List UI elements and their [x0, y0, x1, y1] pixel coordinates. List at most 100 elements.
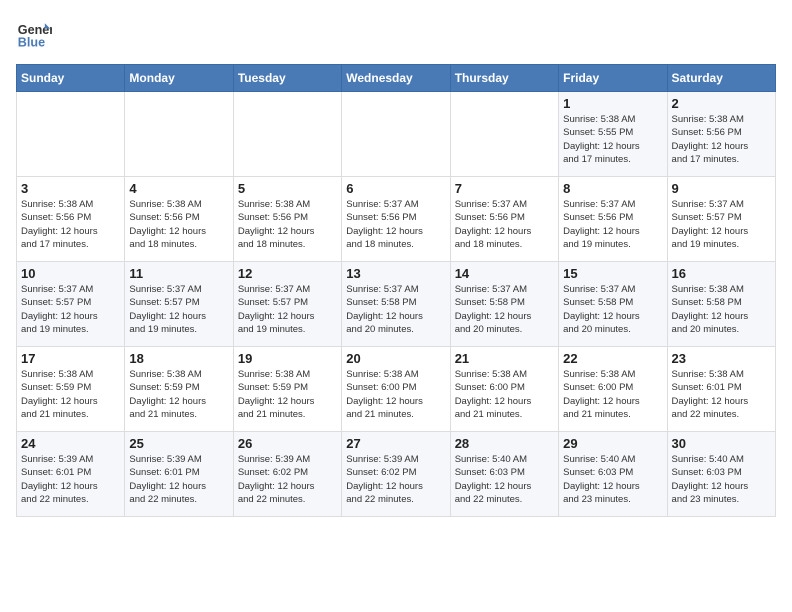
calendar-cell [125, 92, 233, 177]
calendar-cell: 3Sunrise: 5:38 AM Sunset: 5:56 PM Daylig… [17, 177, 125, 262]
calendar-cell: 30 Sunrise: 5:40 AM Sunset: 6:03 PM Dayli… [667, 432, 775, 517]
day-number: 12 [238, 266, 337, 281]
day-info: Sunrise: 5:38 AM Sunset: 6:00 PM Dayligh… [455, 368, 554, 421]
day-number: 16 [672, 266, 771, 281]
calendar-cell [450, 92, 558, 177]
svg-text:Blue: Blue [18, 36, 45, 50]
calendar-cell [342, 92, 450, 177]
calendar-cell: 14 Sunrise: 5:37 AM Sunset: 5:58 PM Dayli… [450, 262, 558, 347]
day-info: Sunrise: 5:37 AM Sunset: 5:57 PM Dayligh… [238, 283, 337, 336]
calendar-cell: 8 Sunrise: 5:37 AM Sunset: 5:56 PM Daylig… [559, 177, 667, 262]
day-info: Sunrise: 5:37 AM Sunset: 5:58 PM Dayligh… [455, 283, 554, 336]
logo-icon: General Blue [16, 16, 52, 52]
calendar-cell: 10 Sunrise: 5:37 AM Sunset: 5:57 PM Dayli… [17, 262, 125, 347]
day-number: 18 [129, 351, 228, 366]
calendar-cell: 2 Sunrise: 5:38 AM Sunset: 5:56 PM Daylig… [667, 92, 775, 177]
weekday-header-tuesday: Tuesday [233, 65, 341, 92]
day-info: Sunrise: 5:40 AM Sunset: 6:03 PM Dayligh… [455, 453, 554, 506]
day-info: Sunrise: 5:38 AM Sunset: 5:56 PM Dayligh… [672, 113, 771, 166]
day-info: Sunrise: 5:38 AM Sunset: 5:56 PM Dayligh… [129, 198, 228, 251]
calendar-cell: 25 Sunrise: 5:39 AM Sunset: 6:01 PM Dayli… [125, 432, 233, 517]
day-number: 25 [129, 436, 228, 451]
day-number: 14 [455, 266, 554, 281]
calendar-cell: 29 Sunrise: 5:40 AM Sunset: 6:03 PM Dayli… [559, 432, 667, 517]
day-number: 28 [455, 436, 554, 451]
calendar-cell: 16 Sunrise: 5:38 AM Sunset: 5:58 PM Dayli… [667, 262, 775, 347]
weekday-header-sunday: Sunday [17, 65, 125, 92]
weekday-header-saturday: Saturday [667, 65, 775, 92]
calendar-cell: 9 Sunrise: 5:37 AM Sunset: 5:57 PM Daylig… [667, 177, 775, 262]
logo: General Blue [16, 16, 52, 52]
day-number: 21 [455, 351, 554, 366]
calendar-cell: 20Sunrise: 5:38 AM Sunset: 6:00 PM Dayli… [342, 347, 450, 432]
calendar-cell: 5 Sunrise: 5:38 AM Sunset: 5:56 PM Daylig… [233, 177, 341, 262]
day-info: Sunrise: 5:38 AM Sunset: 5:59 PM Dayligh… [238, 368, 337, 421]
calendar-cell: 27 Sunrise: 5:39 AM Sunset: 6:02 PM Dayli… [342, 432, 450, 517]
day-info: Sunrise: 5:38 AM Sunset: 5:56 PM Dayligh… [21, 198, 120, 251]
day-number: 15 [563, 266, 662, 281]
calendar-cell: 17 Sunrise: 5:38 AM Sunset: 5:59 PM Dayli… [17, 347, 125, 432]
calendar-table: SundayMondayTuesdayWednesdayThursdayFrid… [16, 64, 776, 517]
weekday-header-friday: Friday [559, 65, 667, 92]
day-number: 1 [563, 96, 662, 111]
page-header: General Blue [16, 16, 776, 52]
day-info: Sunrise: 5:38 AM Sunset: 6:00 PM Dayligh… [346, 368, 445, 421]
calendar-cell: 4 Sunrise: 5:38 AM Sunset: 5:56 PM Daylig… [125, 177, 233, 262]
calendar-cell: 19 Sunrise: 5:38 AM Sunset: 5:59 PM Dayli… [233, 347, 341, 432]
day-info: Sunrise: 5:38 AM Sunset: 5:56 PM Dayligh… [238, 198, 337, 251]
day-info: Sunrise: 5:37 AM Sunset: 5:58 PM Dayligh… [563, 283, 662, 336]
day-number: 29 [563, 436, 662, 451]
day-number: 22 [563, 351, 662, 366]
weekday-header-monday: Monday [125, 65, 233, 92]
day-number: 13 [346, 266, 445, 281]
day-info: Sunrise: 5:39 AM Sunset: 6:02 PM Dayligh… [238, 453, 337, 506]
day-number: 27 [346, 436, 445, 451]
calendar-cell: 18 Sunrise: 5:38 AM Sunset: 5:59 PM Dayli… [125, 347, 233, 432]
day-number: 30 [672, 436, 771, 451]
day-info: Sunrise: 5:38 AM Sunset: 6:01 PM Dayligh… [672, 368, 771, 421]
calendar-cell: 26 Sunrise: 5:39 AM Sunset: 6:02 PM Dayli… [233, 432, 341, 517]
calendar-cell [17, 92, 125, 177]
calendar-cell: 13 Sunrise: 5:37 AM Sunset: 5:58 PM Dayli… [342, 262, 450, 347]
day-number: 5 [238, 181, 337, 196]
day-number: 23 [672, 351, 771, 366]
weekday-header-thursday: Thursday [450, 65, 558, 92]
calendar-cell: 21 Sunrise: 5:38 AM Sunset: 6:00 PM Dayli… [450, 347, 558, 432]
calendar-cell: 6 Sunrise: 5:37 AM Sunset: 5:56 PM Daylig… [342, 177, 450, 262]
calendar-cell: 24Sunrise: 5:39 AM Sunset: 6:01 PM Dayli… [17, 432, 125, 517]
calendar-cell: 22Sunrise: 5:38 AM Sunset: 6:00 PM Dayli… [559, 347, 667, 432]
calendar-cell: 15 Sunrise: 5:37 AM Sunset: 5:58 PM Dayli… [559, 262, 667, 347]
day-number: 17 [21, 351, 120, 366]
day-info: Sunrise: 5:40 AM Sunset: 6:03 PM Dayligh… [672, 453, 771, 506]
day-info: Sunrise: 5:39 AM Sunset: 6:02 PM Dayligh… [346, 453, 445, 506]
calendar-cell: 1Sunrise: 5:38 AM Sunset: 5:55 PM Daylig… [559, 92, 667, 177]
day-info: Sunrise: 5:38 AM Sunset: 5:58 PM Dayligh… [672, 283, 771, 336]
day-number: 10 [21, 266, 120, 281]
day-info: Sunrise: 5:37 AM Sunset: 5:57 PM Dayligh… [672, 198, 771, 251]
day-info: Sunrise: 5:37 AM Sunset: 5:58 PM Dayligh… [346, 283, 445, 336]
day-info: Sunrise: 5:39 AM Sunset: 6:01 PM Dayligh… [21, 453, 120, 506]
day-number: 4 [129, 181, 228, 196]
weekday-header-wednesday: Wednesday [342, 65, 450, 92]
calendar-cell: 28 Sunrise: 5:40 AM Sunset: 6:03 PM Dayli… [450, 432, 558, 517]
day-number: 11 [129, 266, 228, 281]
calendar-cell: 7Sunrise: 5:37 AM Sunset: 5:56 PM Daylig… [450, 177, 558, 262]
day-number: 9 [672, 181, 771, 196]
day-info: Sunrise: 5:37 AM Sunset: 5:57 PM Dayligh… [21, 283, 120, 336]
day-number: 26 [238, 436, 337, 451]
day-info: Sunrise: 5:37 AM Sunset: 5:56 PM Dayligh… [346, 198, 445, 251]
day-number: 8 [563, 181, 662, 196]
day-info: Sunrise: 5:38 AM Sunset: 5:59 PM Dayligh… [129, 368, 228, 421]
day-number: 19 [238, 351, 337, 366]
day-info: Sunrise: 5:37 AM Sunset: 5:57 PM Dayligh… [129, 283, 228, 336]
day-info: Sunrise: 5:39 AM Sunset: 6:01 PM Dayligh… [129, 453, 228, 506]
day-number: 2 [672, 96, 771, 111]
day-info: Sunrise: 5:37 AM Sunset: 5:56 PM Dayligh… [563, 198, 662, 251]
calendar-cell [233, 92, 341, 177]
day-info: Sunrise: 5:38 AM Sunset: 5:59 PM Dayligh… [21, 368, 120, 421]
day-number: 7 [455, 181, 554, 196]
day-info: Sunrise: 5:40 AM Sunset: 6:03 PM Dayligh… [563, 453, 662, 506]
calendar-cell: 12 Sunrise: 5:37 AM Sunset: 5:57 PM Dayli… [233, 262, 341, 347]
calendar-cell: 11 Sunrise: 5:37 AM Sunset: 5:57 PM Dayli… [125, 262, 233, 347]
day-number: 6 [346, 181, 445, 196]
